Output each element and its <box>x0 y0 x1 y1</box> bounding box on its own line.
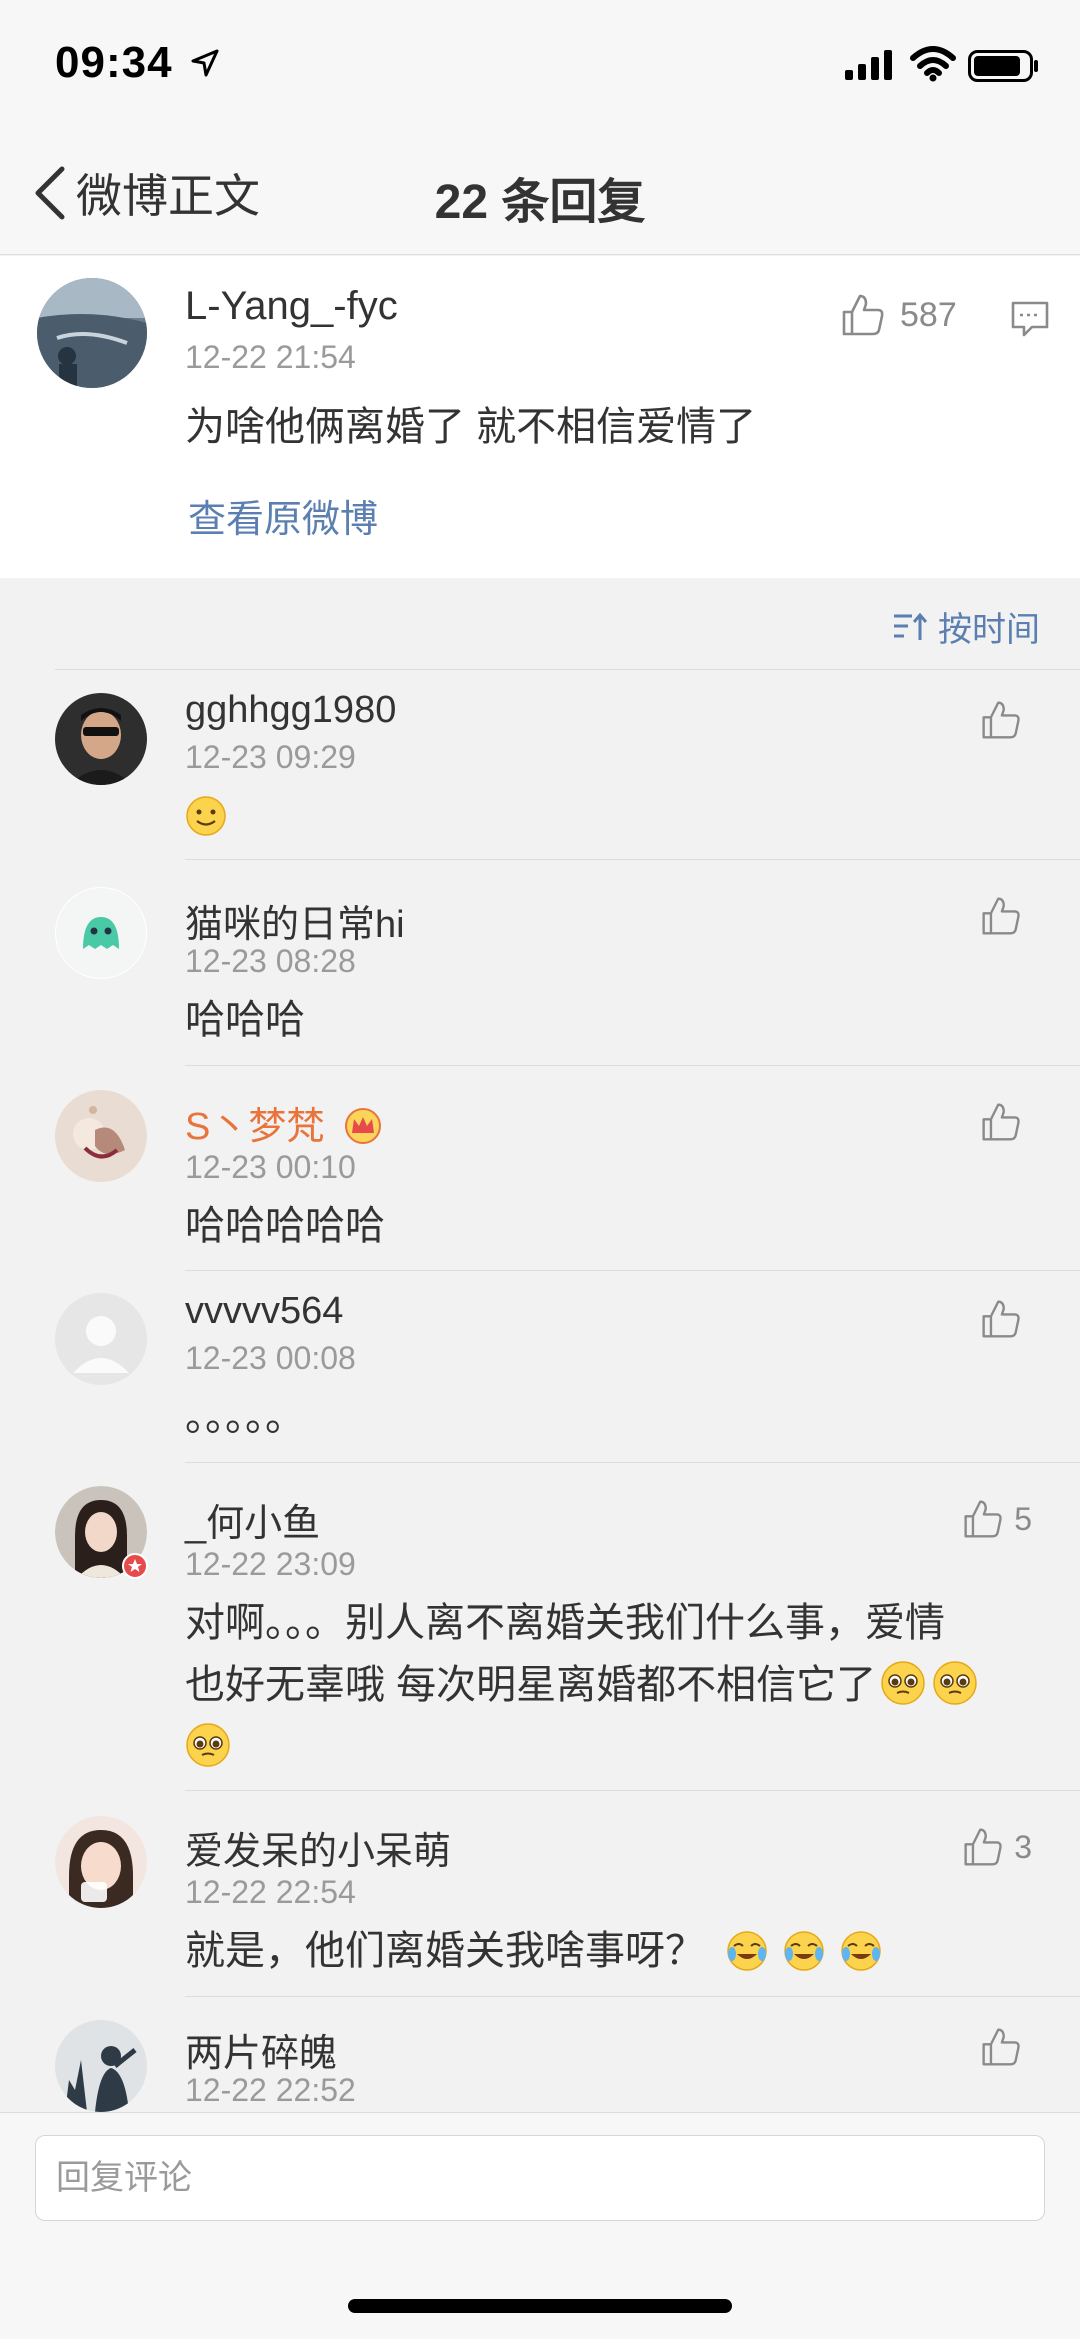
like-button[interactable] <box>980 1101 1032 1143</box>
comment-item: _何小鱼 12-22 23:09 对啊。。。别人离不离婚关我们什么事，爱情 也好… <box>0 1462 1080 1790</box>
vip-crown-icon <box>343 1107 383 1155</box>
comment-time: 12-23 00:08 <box>185 1340 356 1376</box>
thumbs-up-icon <box>982 701 1020 739</box>
thumbs-up-icon <box>964 1828 1002 1866</box>
comment-item: S丶梦梵 12-23 00:10 哈哈哈哈哈 <box>0 1065 1080 1270</box>
home-indicator[interactable] <box>348 2299 732 2313</box>
status-time: 09:34 <box>55 38 173 87</box>
comment-username[interactable]: S丶梦梵 <box>185 1095 383 1155</box>
thumbs-up-icon <box>982 897 1020 935</box>
comment-time: 12-23 00:10 <box>185 1149 356 1185</box>
laugh-cry-emoji-icon <box>726 1928 768 1971</box>
divider <box>185 1065 1080 1066</box>
reply-input[interactable]: 回复评论 <box>35 2135 1045 2221</box>
like-count: 3 <box>1014 1828 1032 1865</box>
comment-username[interactable]: 猫咪的日常hi <box>185 893 405 948</box>
comment-username[interactable]: 爱发呆的小呆萌 <box>185 1820 451 1875</box>
comment-time: 12-23 08:28 <box>185 943 356 979</box>
divider <box>185 859 1080 860</box>
reply-comment-icon[interactable] <box>1010 300 1050 338</box>
location-arrow-icon <box>191 49 219 77</box>
laugh-cry-emoji-icon <box>840 1928 882 1971</box>
pleading-face-emoji-icon <box>185 1722 230 1767</box>
comment-time: 12-22 21:54 <box>185 339 356 375</box>
avatar[interactable] <box>37 278 147 388</box>
like-button[interactable] <box>980 2026 1032 2068</box>
wifi-icon <box>910 46 956 82</box>
sort-toggle[interactable]: 按时间 <box>892 602 1040 651</box>
comment-content <box>185 785 1005 847</box>
like-button[interactable]: 3 <box>962 1826 1032 1868</box>
divider <box>185 1462 1080 1463</box>
divider <box>55 669 1080 670</box>
divider <box>185 1270 1080 1271</box>
comment-time: 12-22 22:54 <box>185 1874 356 1910</box>
comment-content: 哈哈哈 <box>185 998 305 1042</box>
thumbs-up-icon <box>842 294 884 336</box>
smile-emoji-icon <box>185 793 227 836</box>
avatar[interactable] <box>55 1816 147 1908</box>
like-count: 5 <box>1014 1500 1032 1537</box>
comment-item: 两片碎魄 12-22 22:52 <box>0 1996 1080 2112</box>
comment-username[interactable]: vvvvv564 <box>185 1290 343 1333</box>
comment-item: 爱发呆的小呆萌 12-22 22:54 就是，他们离婚关我啥事呀？ 3 <box>0 1790 1080 1996</box>
view-original-weibo-link[interactable]: 查看原微博 <box>188 488 378 543</box>
divider <box>185 1790 1080 1791</box>
comment-item: 猫咪的日常hi 12-23 08:28 哈哈哈 <box>0 859 1080 1065</box>
avatar[interactable] <box>55 1486 148 1579</box>
pleading-face-emoji-icon <box>880 1660 925 1705</box>
like-count: 587 <box>900 295 957 334</box>
comment-item: gghhgg1980 12-23 09:29 <box>0 669 1080 859</box>
like-button[interactable] <box>980 1298 1032 1340</box>
comment-content: 就是，他们离婚关我啥事呀？ <box>185 1920 1005 1982</box>
comment-time: 12-22 22:52 <box>185 2072 356 2108</box>
thumbs-up-icon <box>964 1500 1002 1538</box>
sort-icon <box>894 612 928 640</box>
avatar[interactable] <box>55 887 147 979</box>
avatar[interactable] <box>55 2020 147 2112</box>
sort-label: 按时间 <box>938 611 1040 649</box>
avatar[interactable] <box>55 693 147 785</box>
comment-username[interactable]: _何小鱼 <box>185 1492 320 1547</box>
comment-content: 。。。。。 <box>185 1395 305 1439</box>
thumbs-up-icon <box>982 1103 1020 1141</box>
laugh-cry-emoji-icon <box>783 1928 825 1971</box>
like-button[interactable] <box>980 699 1032 741</box>
default-avatar[interactable] <box>55 1293 147 1385</box>
comment-item: vvvvv564 12-23 00:08 。。。。。 <box>0 1270 1080 1462</box>
comment-username[interactable]: 两片碎魄 <box>185 2022 337 2077</box>
like-button[interactable]: 5 <box>962 1498 1032 1540</box>
like-button[interactable] <box>980 895 1032 937</box>
battery-icon <box>968 50 1038 82</box>
verified-badge-icon <box>122 1553 148 1579</box>
comment-time: 12-22 23:09 <box>185 1546 356 1582</box>
comment-content: 哈哈哈哈哈 <box>185 1204 385 1248</box>
main-comment: L-Yang_-fyc 12-22 21:54 为啥他俩离婚了 就不相信爱情了 … <box>0 256 1080 578</box>
reply-bar: 回复评论 <box>0 2112 1080 2339</box>
divider <box>185 1996 1080 1997</box>
thumbs-up-icon <box>982 2028 1020 2066</box>
status-bar: 09:34 <box>0 0 1080 130</box>
comment-time: 12-23 09:29 <box>185 739 356 775</box>
comment-content: 对啊。。。别人离不离婚关我们什么事，爱情 也好无辜哦 每次明星离婚都不相信它了 <box>185 1592 1005 1778</box>
comment-username[interactable]: gghhgg1980 <box>185 689 396 732</box>
cellular-signal-icon <box>845 50 892 80</box>
comment-content: 为啥他俩离婚了 就不相信爱情了 <box>185 405 757 449</box>
navigation-bar: 微博正文 22 条回复 <box>0 130 1080 255</box>
thumbs-up-icon <box>982 1300 1020 1338</box>
page-title: 22 条回复 <box>434 176 646 229</box>
pleading-face-emoji-icon <box>932 1660 977 1705</box>
avatar[interactable] <box>55 1090 147 1182</box>
comment-username[interactable]: L-Yang_-fyc <box>185 284 398 329</box>
like-button[interactable]: 587 <box>840 292 957 338</box>
